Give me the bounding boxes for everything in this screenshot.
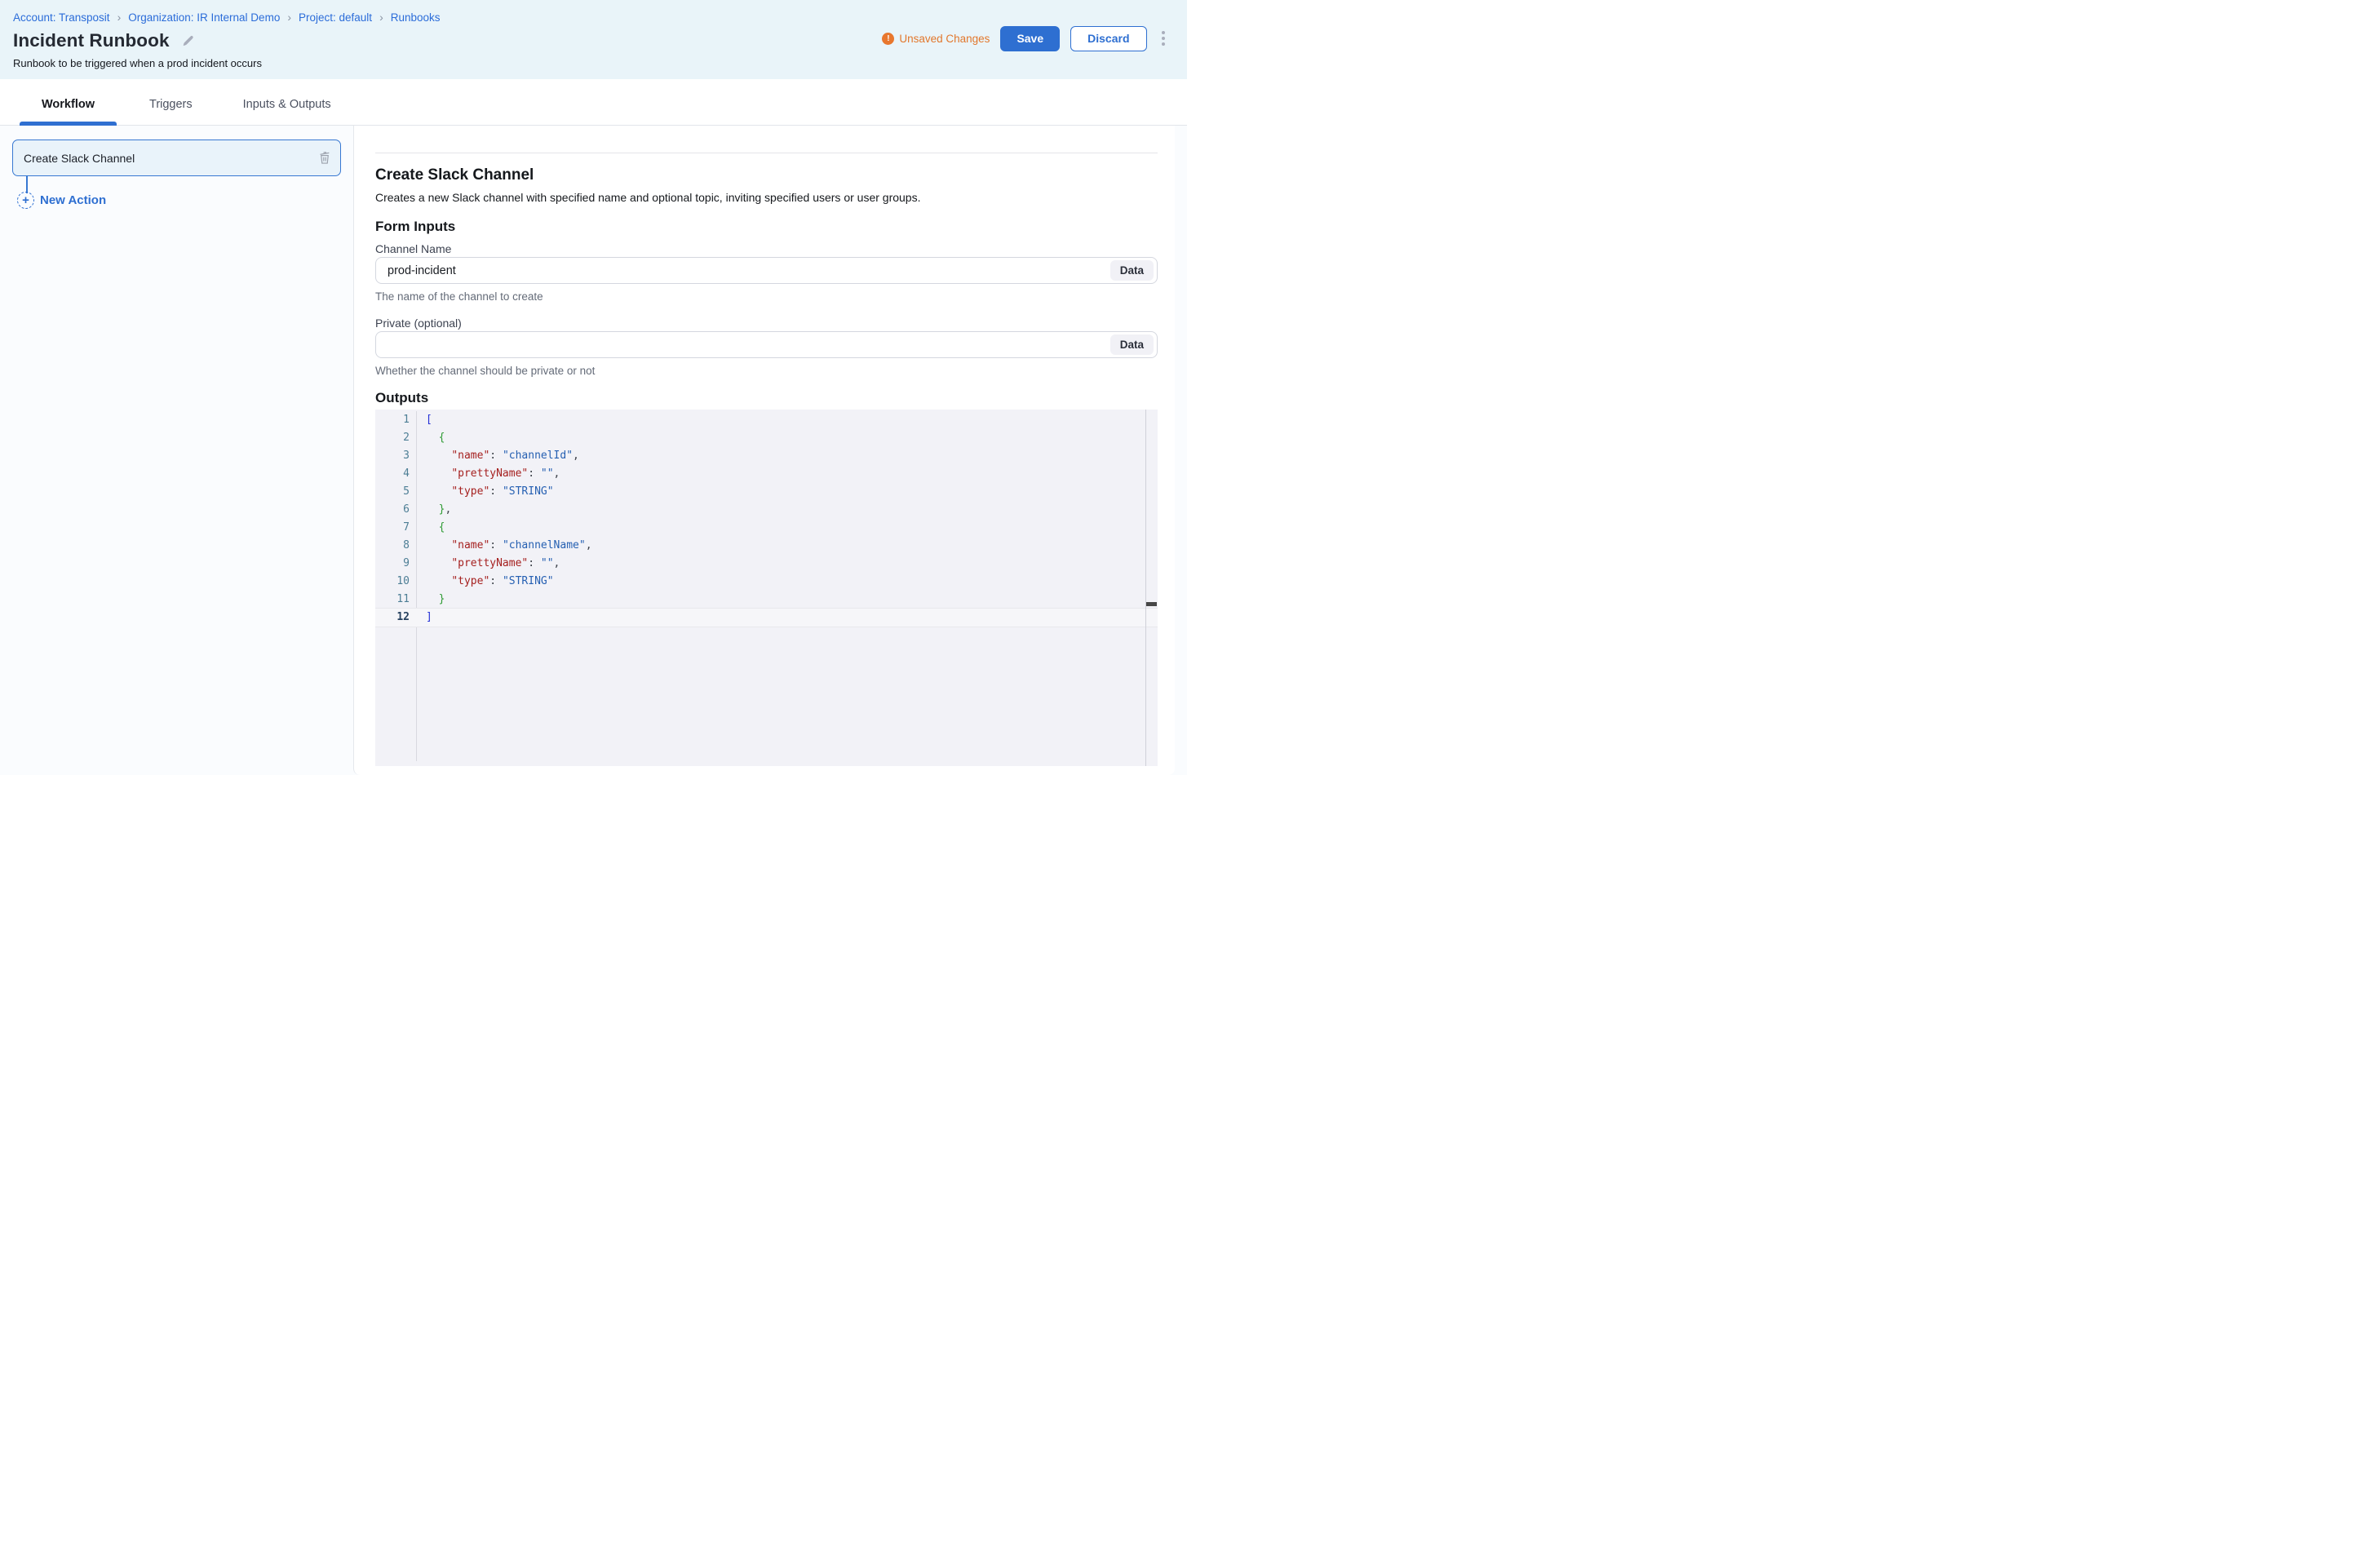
code-line-12[interactable]: 12]	[375, 608, 1158, 627]
tab-inputs-outputs[interactable]: Inputs & Outputs	[227, 79, 348, 125]
line-number: 4	[375, 465, 410, 483]
code-line-6[interactable]: 6 },	[375, 501, 1158, 519]
outputs-heading: Outputs	[375, 390, 428, 406]
workflow-connector-line	[26, 176, 28, 193]
line-content: "name": "channelId",	[426, 447, 579, 465]
line-content: ]	[426, 609, 432, 627]
code-line-9[interactable]: 9 "prettyName": "",	[375, 555, 1158, 573]
breadcrumb-link-runbooks[interactable]: Runbooks	[391, 11, 441, 24]
line-number: 11	[375, 591, 410, 609]
private-label: Private (optional)	[375, 317, 462, 330]
breadcrumb-link-project[interactable]: Project: default	[299, 11, 372, 24]
line-content: "prettyName": "",	[426, 465, 560, 483]
private-helper: Whether the channel should be private or…	[375, 365, 595, 377]
code-line-11[interactable]: 11 }	[375, 591, 1158, 609]
line-number: 3	[375, 447, 410, 465]
code-line-1[interactable]: 1[	[375, 411, 1158, 429]
alert-circle-icon: !	[882, 33, 894, 45]
line-content: "prettyName": "",	[426, 555, 560, 573]
kebab-menu-icon[interactable]	[1159, 28, 1168, 50]
code-line-4[interactable]: 4 "prettyName": "",	[375, 465, 1158, 483]
save-button[interactable]: Save	[1000, 26, 1060, 51]
tab-triggers-label: Triggers	[149, 98, 193, 111]
line-number: 10	[375, 573, 410, 591]
breadcrumb-link-organization[interactable]: Organization: IR Internal Demo	[128, 11, 280, 24]
chevron-right-icon: ›	[379, 11, 383, 23]
channel-name-helper: The name of the channel to create	[375, 290, 543, 303]
outputs-code-lines: 1[2 {3 "name": "channelId",4 "prettyName…	[375, 411, 1158, 627]
tab-inputs-outputs-label: Inputs & Outputs	[243, 98, 331, 111]
line-content: "name": "channelName",	[426, 537, 592, 555]
line-number: 8	[375, 537, 410, 555]
private-input-wrap: Data	[375, 331, 1158, 358]
action-card-label: Create Slack Channel	[24, 152, 135, 165]
line-number: 12	[375, 609, 410, 627]
code-line-2[interactable]: 2 {	[375, 429, 1158, 447]
action-detail-title: Create Slack Channel	[375, 166, 534, 184]
trash-icon	[317, 150, 332, 166]
line-content: [	[426, 411, 432, 429]
action-detail-description: Creates a new Slack channel with specifi…	[375, 191, 920, 204]
tab-workflow-label: Workflow	[42, 98, 95, 111]
editor-scrollbar-thumb[interactable]	[1146, 602, 1157, 606]
line-number: 2	[375, 429, 410, 447]
plus-circle-icon: +	[17, 192, 34, 209]
code-line-5[interactable]: 5 "type": "STRING"	[375, 483, 1158, 501]
code-line-3[interactable]: 3 "name": "channelId",	[375, 447, 1158, 465]
form-inputs-heading: Form Inputs	[375, 219, 455, 235]
code-line-8[interactable]: 8 "name": "channelName",	[375, 537, 1158, 555]
line-content: }	[426, 591, 445, 609]
delete-action-button[interactable]	[317, 140, 332, 175]
line-content: {	[426, 519, 445, 537]
line-content: "type": "STRING"	[426, 483, 554, 501]
page-title: Incident Runbook	[13, 30, 170, 51]
code-line-7[interactable]: 7 {	[375, 519, 1158, 537]
channel-name-label: Channel Name	[375, 242, 451, 255]
tab-bar: Workflow Triggers Inputs & Outputs	[0, 79, 1187, 126]
action-detail-panel: Create Slack Channel Creates a new Slack…	[353, 126, 1175, 775]
unsaved-changes-label: Unsaved Changes	[899, 33, 990, 45]
private-data-button[interactable]: Data	[1110, 334, 1154, 355]
edit-title-button[interactable]	[180, 33, 195, 48]
chevron-right-icon: ›	[287, 11, 291, 23]
line-content: {	[426, 429, 445, 447]
code-line-10[interactable]: 10 "type": "STRING"	[375, 573, 1158, 591]
chevron-right-icon: ›	[117, 11, 122, 23]
new-action-button[interactable]: + New Action	[17, 192, 106, 209]
line-number: 1	[375, 411, 410, 429]
bottom-strip	[0, 775, 1187, 784]
line-content: },	[426, 501, 451, 519]
page-header: Account: Transposit › Organization: IR I…	[0, 0, 1187, 79]
line-content: "type": "STRING"	[426, 573, 554, 591]
content-area: Create Slack Channel + New Action	[0, 126, 1187, 784]
page-subtitle: Runbook to be triggered when a prod inci…	[13, 57, 262, 69]
action-card-create-slack-channel[interactable]: Create Slack Channel	[12, 140, 341, 176]
line-number: 6	[375, 501, 410, 519]
private-input[interactable]	[376, 332, 1157, 357]
line-number: 9	[375, 555, 410, 573]
breadcrumb: Account: Transposit › Organization: IR I…	[13, 11, 441, 24]
editor-scrollbar-track	[1145, 410, 1146, 766]
new-action-label: New Action	[40, 193, 106, 207]
tab-workflow[interactable]: Workflow	[20, 79, 117, 125]
outputs-code-editor[interactable]: 1[2 {3 "name": "channelId",4 "prettyName…	[375, 410, 1158, 766]
pencil-icon	[180, 33, 195, 48]
line-number: 7	[375, 519, 410, 537]
unsaved-changes-badge: ! Unsaved Changes	[882, 33, 990, 45]
discard-button[interactable]: Discard	[1070, 26, 1146, 51]
channel-name-input[interactable]	[376, 258, 1157, 283]
channel-name-input-wrap: Data	[375, 257, 1158, 284]
line-number: 5	[375, 483, 410, 501]
breadcrumb-link-account[interactable]: Account: Transposit	[13, 11, 110, 24]
tab-triggers[interactable]: Triggers	[133, 79, 209, 125]
channel-name-data-button[interactable]: Data	[1110, 260, 1154, 281]
